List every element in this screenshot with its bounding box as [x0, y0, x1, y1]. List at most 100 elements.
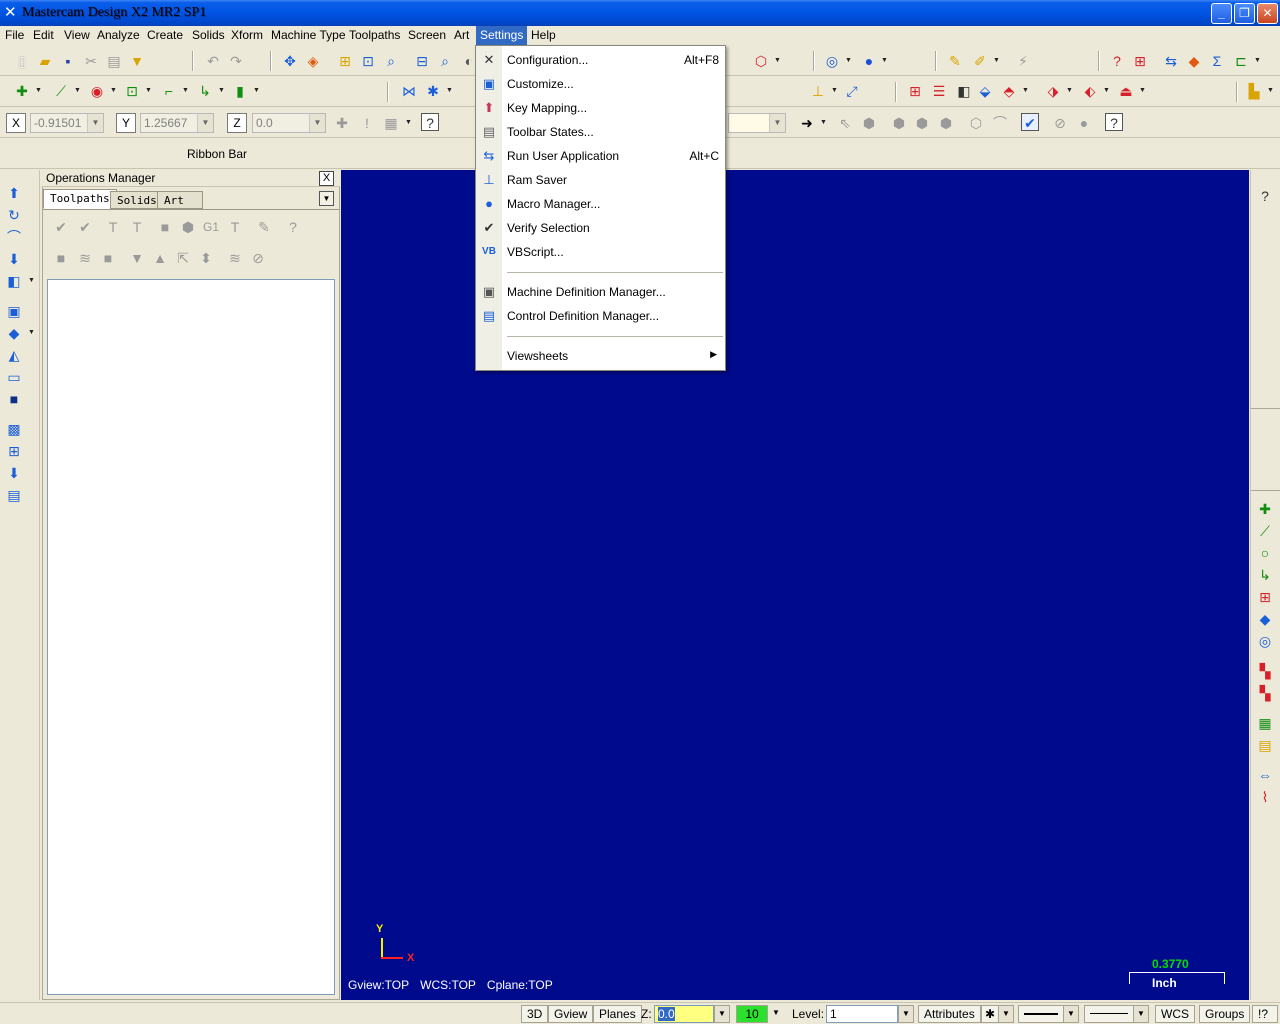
menu-item-viewsheets[interactable]: Viewsheets ▶: [476, 344, 725, 368]
tab-art[interactable]: Art: [157, 191, 203, 209]
tree-icon[interactable]: ⊞: [1131, 52, 1149, 70]
menu-item-verify-selection[interactable]: ✔ Verify Selection: [476, 216, 725, 240]
operations-tree[interactable]: [47, 279, 335, 995]
new-file-icon[interactable]: ▯: [13, 52, 31, 70]
arrow-right-icon[interactable]: ➜: [798, 114, 816, 132]
autocursor-icon[interactable]: ▦: [382, 114, 400, 132]
boolean-icon[interactable]: ◆: [5, 324, 23, 342]
gview-button[interactable]: Gview: [548, 1005, 594, 1023]
multi-pencil-icon[interactable]: ✐: [971, 52, 989, 70]
loft-icon[interactable]: ⬇: [5, 250, 23, 268]
dimension-icon[interactable]: ⤢: [843, 82, 861, 100]
revolve-icon[interactable]: ↻: [5, 206, 23, 224]
line-width-field[interactable]: [1084, 1005, 1134, 1023]
operations-manager-close-button[interactable]: X: [319, 171, 334, 186]
solid-extrude-icon[interactable]: ⏏: [1117, 82, 1135, 100]
page-icon[interactable]: ◧: [955, 82, 973, 100]
menu-toolpaths[interactable]: Toolpaths: [345, 26, 404, 45]
select-edge-icon[interactable]: ⬢: [937, 114, 955, 132]
ribbon-help-icon[interactable]: ?: [421, 113, 439, 131]
select-all-icon[interactable]: ●: [1075, 114, 1093, 132]
zoom-in-icon[interactable]: ⌕: [382, 52, 400, 70]
globe-icon[interactable]: ◎: [823, 52, 841, 70]
single-toolpath-icon[interactable]: ≋: [226, 249, 244, 267]
select-dirty-ops-icon[interactable]: ✔: [76, 218, 94, 236]
save-icon[interactable]: ▪: [59, 52, 77, 70]
right-cube-icon[interactable]: ◆: [1256, 610, 1274, 628]
menu-edit[interactable]: Edit: [29, 26, 58, 45]
wcs-button[interactable]: WCS: [1155, 1005, 1195, 1023]
circle-icon[interactable]: ◉: [88, 82, 106, 100]
menu-item-machine-definition-manager[interactable]: ▣ Machine Definition Manager...: [476, 280, 725, 304]
grid-icon[interactable]: ⊞: [906, 82, 924, 100]
shell-icon[interactable]: ▣: [5, 302, 23, 320]
copy-icon[interactable]: ▤: [105, 52, 123, 70]
fast-point-icon[interactable]: ✚: [333, 114, 351, 132]
delete-ops-icon[interactable]: ✎: [255, 218, 273, 236]
regenerate-all-icon[interactable]: T: [104, 218, 122, 236]
right-color-icon[interactable]: ▚: [1256, 662, 1274, 680]
right-layers-icon[interactable]: ▤: [1256, 736, 1274, 754]
chamfer-icon[interactable]: ↳: [196, 82, 214, 100]
scroll-icon[interactable]: ⬍: [197, 249, 215, 267]
line-icon[interactable]: ⟋: [52, 82, 70, 100]
paste-icon[interactable]: ▼: [128, 52, 146, 70]
line-style-field[interactable]: [1018, 1005, 1064, 1023]
menu-xform[interactable]: Xform: [227, 26, 267, 45]
right-help-icon[interactable]: ?: [1256, 187, 1274, 205]
sphere-icon[interactable]: ●: [860, 52, 878, 70]
right-fillet-icon[interactable]: ↳: [1256, 566, 1274, 584]
menu-art[interactable]: Art: [450, 26, 473, 45]
lock-icon[interactable]: ■: [52, 249, 70, 267]
toggle-display-icon[interactable]: ■: [99, 249, 117, 267]
wand-icon[interactable]: ⚡: [1014, 52, 1032, 70]
menu-item-vbscript[interactable]: VB VBScript...: [476, 240, 725, 264]
window-grid-icon[interactable]: ⊞: [5, 442, 23, 460]
select-cursor-icon[interactable]: ⇖: [836, 114, 854, 132]
trim-solid-icon[interactable]: ▭: [5, 368, 23, 386]
x-coord-field[interactable]: -0.91501 ▼: [30, 113, 104, 133]
import-icon[interactable]: ⬇: [5, 464, 23, 482]
menu-help[interactable]: Help: [527, 26, 560, 45]
toggle-posting-icon[interactable]: ≋: [76, 249, 94, 267]
select-help-icon[interactable]: ?: [1105, 113, 1123, 131]
table-icon[interactable]: ☰: [930, 82, 948, 100]
menu-screen[interactable]: Screen: [404, 26, 450, 45]
divide-icon[interactable]: ✱: [424, 82, 442, 100]
high-feed-icon[interactable]: T: [226, 218, 244, 236]
operations-manager-dropdown[interactable]: ▼: [319, 191, 334, 206]
menu-file[interactable]: File: [1, 26, 28, 45]
right-grid-icon[interactable]: ⊞: [1256, 588, 1274, 606]
zoom-out-icon[interactable]: ⌕: [436, 52, 454, 70]
right-line-icon[interactable]: ⟋: [1256, 522, 1274, 540]
ops-settings-icon[interactable]: ⊘: [249, 249, 267, 267]
no-select-icon[interactable]: ⊘: [1051, 114, 1069, 132]
menu-settings[interactable]: Settings: [476, 26, 528, 45]
point-plus-icon[interactable]: ✚: [13, 82, 31, 100]
menu-item-toolbar-states[interactable]: ▤ Toolbar States...: [476, 120, 725, 144]
zoom-target-icon[interactable]: ⊡: [359, 52, 377, 70]
y-coord-label[interactable]: Y: [116, 113, 136, 133]
insert-arrow-icon[interactable]: ⇱: [174, 249, 192, 267]
right-point-icon[interactable]: ✚: [1256, 500, 1274, 518]
point-style-icon[interactable]: ✱: [981, 1005, 999, 1023]
regenerate-dirty-icon[interactable]: T: [128, 218, 146, 236]
draft-icon[interactable]: ◭: [5, 346, 23, 364]
x-coord-label[interactable]: X: [6, 113, 26, 133]
y-coord-field[interactable]: 1.25667 ▼: [140, 113, 214, 133]
rectangle-icon[interactable]: ⊡: [123, 82, 141, 100]
menu-item-customize[interactable]: ▣ Customize...: [476, 72, 725, 96]
mastercam-logo-icon[interactable]: ✕: [4, 5, 20, 21]
level-field[interactable]: 1: [826, 1005, 898, 1023]
right-attributes-icon[interactable]: ▦: [1256, 714, 1274, 732]
select-loop-icon[interactable]: ⬡: [967, 114, 985, 132]
menu-solids[interactable]: Solids: [188, 26, 229, 45]
select-face-icon[interactable]: ⬢: [890, 114, 908, 132]
z-coord-label[interactable]: Z: [227, 113, 247, 133]
extrude-icon[interactable]: ⬆: [5, 184, 23, 202]
menu-view[interactable]: View: [60, 26, 94, 45]
tab-toolpaths[interactable]: Toolpaths: [43, 189, 117, 209]
pencil-icon[interactable]: ✎: [946, 52, 964, 70]
transfer-icon[interactable]: ⇆: [1162, 52, 1180, 70]
selection-mode-field[interactable]: ▼: [728, 113, 786, 133]
